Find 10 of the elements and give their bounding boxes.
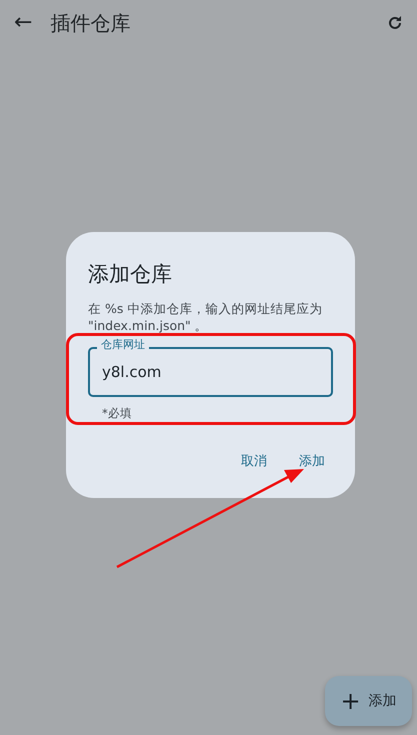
page-title: 插件仓库 [50, 10, 130, 36]
refresh-icon[interactable] [387, 14, 403, 30]
field-label: 仓库网址 [97, 338, 149, 352]
dialog-message: 在 %s 中添加仓库，输入的网址结尾应为 "index.min.json" 。 [88, 301, 324, 335]
back-button[interactable]: ← [10, 12, 36, 34]
dialog-button[interactable]: 添加 [291, 446, 333, 478]
dialog-button[interactable]: 取消 [233, 446, 275, 478]
dialog-title: 添加仓库 [88, 262, 173, 288]
add-fab[interactable]: + 添加 [325, 676, 412, 726]
helper-text: *必填 [102, 404, 133, 422]
